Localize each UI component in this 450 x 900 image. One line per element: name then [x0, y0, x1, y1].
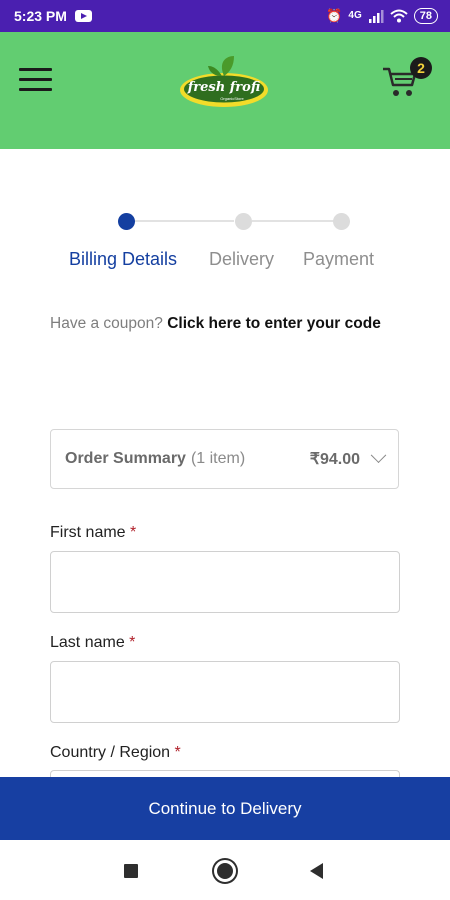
first-name-field[interactable]: [50, 551, 400, 613]
battery-icon: 78: [413, 8, 438, 24]
alarm-icon: ⏰: [326, 8, 343, 23]
coupon-prompt: Have a coupon? Click here to enter your …: [50, 306, 400, 341]
order-summary-price: ₹94.00: [309, 451, 360, 468]
last-name-label: Last name *: [50, 634, 136, 651]
step-connector: [252, 220, 334, 222]
coupon-link[interactable]: Click here to enter your code: [167, 315, 381, 332]
menu-icon[interactable]: [19, 68, 52, 92]
required-marker: *: [129, 634, 136, 651]
logo-text: fresh frofi: [187, 80, 261, 95]
youtube-icon: [74, 10, 92, 22]
app-header: fresh frofi OrganicStore 2: [0, 32, 450, 149]
back-icon[interactable]: [310, 863, 323, 879]
checkout-stepper: Billing Details Delivery Payment: [0, 210, 450, 280]
store-logo[interactable]: fresh frofi OrganicStore: [178, 52, 270, 108]
step-label-delivery[interactable]: Delivery: [209, 249, 274, 270]
signal-icon: [368, 10, 384, 23]
wifi-icon: [390, 9, 408, 23]
step-dot-billing: [118, 213, 135, 230]
order-summary-title: Order Summary: [65, 450, 186, 467]
coupon-prompt-text: Have a coupon?: [50, 315, 163, 332]
step-connector: [134, 220, 234, 222]
order-summary-count: (1 item): [190, 450, 246, 467]
status-bar: 5:23 PM ⏰ 4G 78: [0, 0, 450, 32]
home-icon[interactable]: [214, 860, 236, 882]
order-summary-toggle[interactable]: Order Summary (1 item) ₹94.00: [50, 429, 399, 489]
required-marker: *: [174, 744, 181, 761]
first-name-label: First name *: [50, 524, 137, 541]
cart-button[interactable]: 2: [382, 56, 432, 100]
step-dot-delivery: [235, 213, 252, 230]
last-name-field[interactable]: [50, 661, 400, 723]
continue-to-delivery-button[interactable]: Continue to Delivery: [0, 777, 450, 840]
status-time: 5:23 PM: [14, 8, 67, 24]
step-label-payment[interactable]: Payment: [303, 249, 374, 270]
recent-apps-icon[interactable]: [124, 864, 138, 878]
cart-count-badge: 2: [410, 57, 432, 79]
chevron-down-icon: [370, 446, 387, 463]
country-label: Country / Region *: [50, 744, 181, 761]
step-dot-payment: [333, 213, 350, 230]
system-nav-bar: [0, 840, 450, 900]
step-label-billing[interactable]: Billing Details: [69, 249, 177, 270]
required-marker: *: [130, 524, 137, 541]
status-icons: ⏰ 4G 78: [326, 6, 438, 26]
logo-subtext: OrganicStore: [220, 96, 244, 101]
network-icon: 4G: [348, 10, 362, 21]
